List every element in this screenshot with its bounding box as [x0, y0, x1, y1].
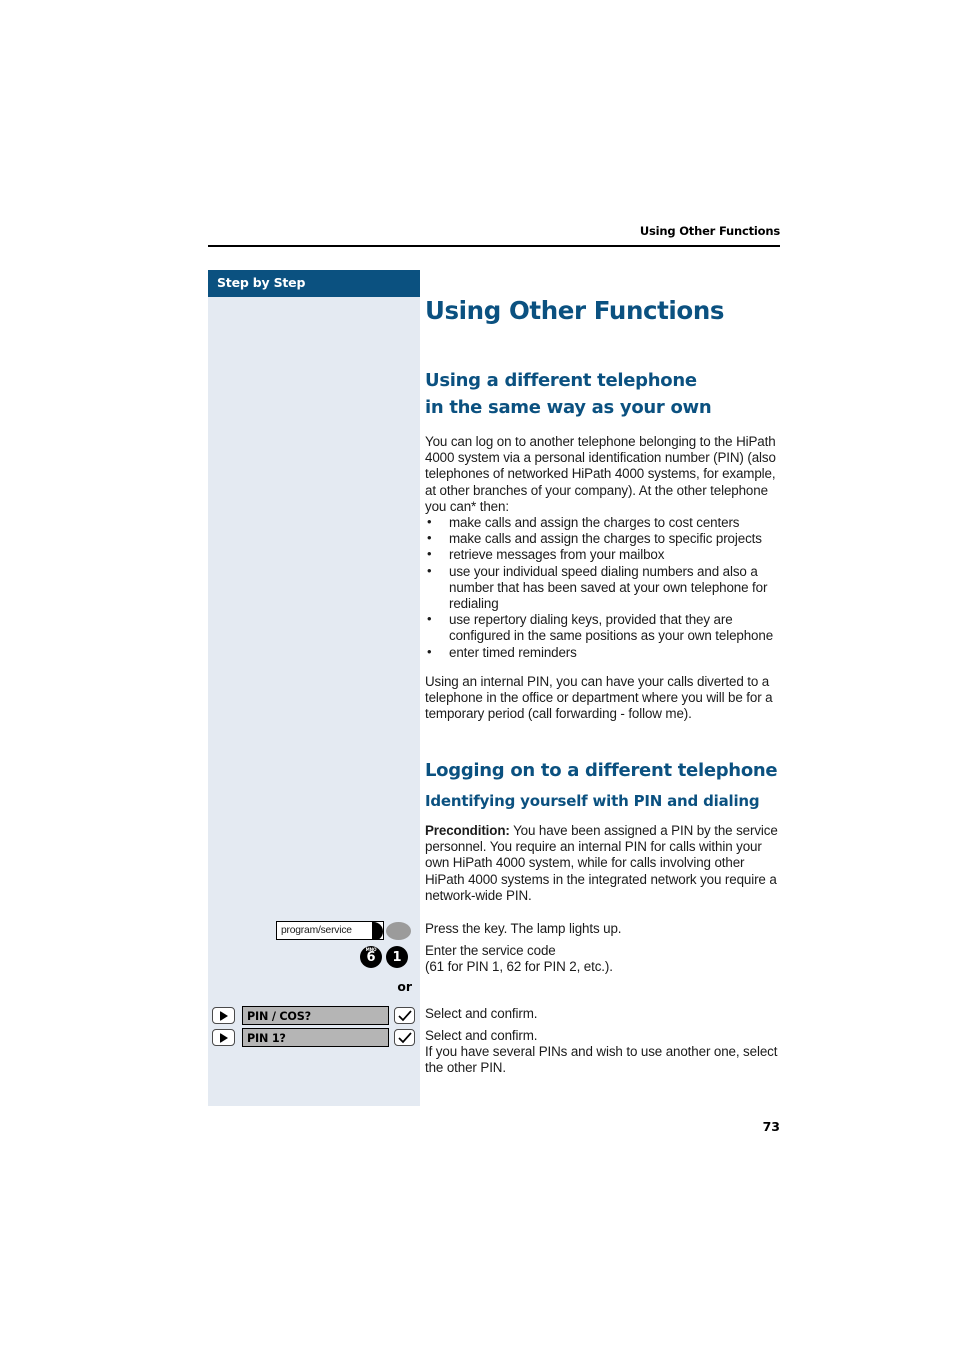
digit-key-6[interactable]: MNO 6 [360, 946, 382, 968]
or-separator: or [397, 979, 412, 994]
list-item: use your individual speed dialing number… [425, 563, 780, 613]
confirm-check-icon[interactable] [394, 1007, 415, 1024]
step-by-step-sidebar: Step by Step program/service MNO 6 1 or … [208, 270, 420, 1106]
running-header: Using Other Functions [639, 224, 780, 238]
sidebar-title-bar: Step by Step [208, 270, 420, 297]
menu-row-label: PIN 1? [247, 1031, 286, 1045]
step-text-press-key: Press the key. The lamp lights up. [425, 921, 622, 936]
triangle-right-icon [220, 1032, 228, 1043]
confirm-check-icon[interactable] [394, 1029, 415, 1046]
key-tab-icon [372, 922, 383, 939]
section-heading-logging-on: Logging on to a different telephone [425, 760, 778, 782]
program-service-key-label: program/service [281, 925, 352, 936]
intro-paragraph: You can log on to another telephone belo… [425, 434, 776, 514]
section-heading-line-1: Using a different telephone [425, 370, 697, 391]
digit-key-1-number: 1 [392, 949, 402, 965]
menu-row-pin-cos[interactable]: PIN / COS? [212, 1006, 420, 1026]
list-item: make calls and assign the charges to cos… [425, 514, 780, 531]
list-item: enter timed reminders [425, 644, 780, 661]
program-service-key[interactable]: program/service [276, 921, 420, 943]
precondition-label: Precondition: [425, 822, 510, 838]
triangle-right-icon [220, 1010, 228, 1021]
main-content-column: Using Other Functions Using a different … [425, 297, 780, 904]
digit-key-1[interactable]: 1 [386, 946, 408, 968]
menu-display-box: PIN / COS? [242, 1006, 389, 1025]
menu-row-pin-1[interactable]: PIN 1? [212, 1028, 420, 1048]
step-text-service-code: Enter the service code (61 for PIN 1, 62… [425, 943, 613, 975]
rocker-arrow-icon[interactable] [212, 1007, 235, 1024]
list-item: use repertory dialing keys, provided tha… [425, 611, 780, 644]
key-lamp-icon [386, 921, 411, 940]
list-item: make calls and assign the charges to spe… [425, 530, 780, 547]
internal-pin-paragraph: Using an internal PIN, you can have your… [425, 673, 773, 722]
step-text-select-confirm-2: Select and confirm. If you have several … [425, 1028, 778, 1076]
page-number: 73 [762, 1119, 780, 1134]
list-item: retrieve messages from your mailbox [425, 546, 780, 563]
program-service-key-label-box: program/service [276, 921, 384, 940]
capability-bullet-list: make calls and assign the charges to cos… [425, 514, 780, 661]
rocker-arrow-icon[interactable] [212, 1029, 235, 1046]
precondition-paragraph: Precondition: You have been assigned a P… [425, 823, 780, 904]
subsection-heading-identifying-yourself: Identifying yourself with PIN and dialin… [425, 791, 760, 810]
menu-display-box: PIN 1? [242, 1028, 389, 1047]
header-rule [208, 245, 780, 247]
service-code-keys: MNO 6 1 [360, 946, 420, 970]
page-title: Using Other Functions [425, 296, 725, 325]
digit-key-6-number: 6 [366, 949, 376, 965]
step-text-select-confirm-1: Select and confirm. [425, 1006, 538, 1021]
sidebar-title: Step by Step [217, 275, 306, 290]
section-heading-line-2: in the same way as your own [425, 396, 712, 418]
section-heading-using-different-telephone: Using a different telephone in the same … [425, 368, 780, 421]
menu-row-label: PIN / COS? [247, 1009, 311, 1023]
